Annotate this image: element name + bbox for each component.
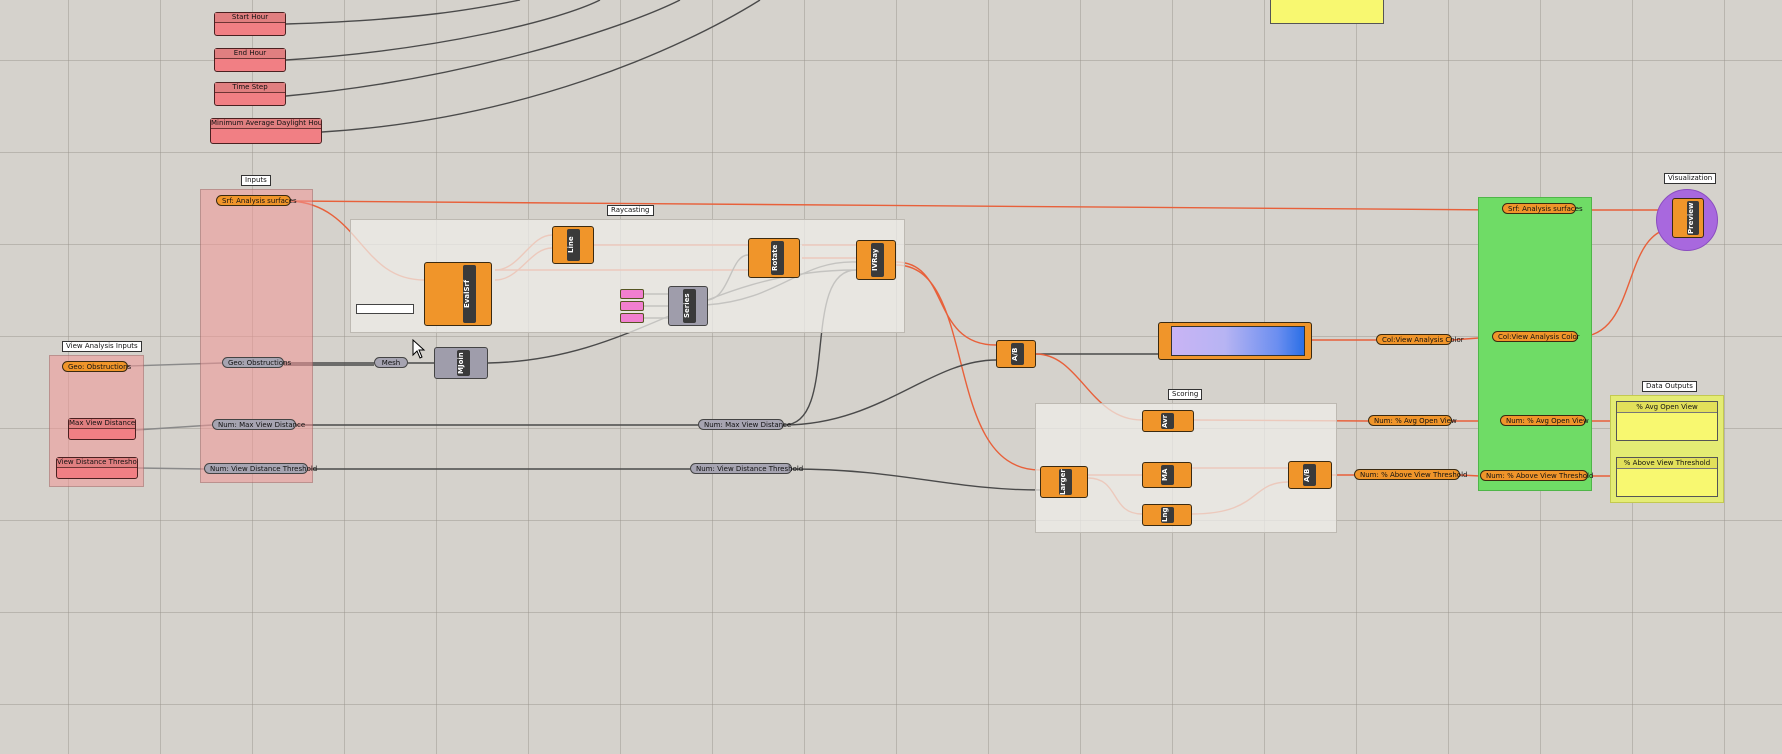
panel-header: % Above View Threshold: [1617, 458, 1717, 469]
wire-threshold-larger: [791, 468, 1041, 491]
rotate-component[interactable]: Rotate: [748, 238, 800, 278]
visualization-group-title: Visualization: [1664, 173, 1717, 184]
view-distance-threshold-slider[interactable]: View Distance Threshold: [56, 457, 138, 479]
evalsrf-component[interactable]: EvalSrf: [424, 262, 492, 326]
min-avg-daylight-slider[interactable]: Minimum Average Daylight Hours: [210, 118, 322, 144]
view-analysis-inputs-title: View Analysis Inputs: [62, 341, 142, 352]
num-view-distance-threshold-relay[interactable]: Num: View Distance Threshold: [690, 463, 803, 474]
mesh-param[interactable]: Mesh: [374, 357, 408, 368]
wire-srf-long: [290, 200, 1503, 211]
wire-threshold-in: [137, 467, 205, 470]
component-name: MJoin: [457, 350, 470, 376]
num-above-view-threshold-relay[interactable]: Num: % Above View Threshold: [1480, 470, 1593, 481]
avg-open-view-panel[interactable]: % Avg Open View: [1616, 401, 1718, 441]
inputs-group-title: Inputs: [241, 175, 271, 186]
component-name: Series: [683, 289, 696, 323]
series-component[interactable]: Series: [668, 286, 708, 326]
integer-input-1[interactable]: [620, 289, 644, 299]
wire-time-step: [285, 0, 681, 97]
integer-input-3[interactable]: [620, 313, 644, 323]
panel-header: % Avg Open View: [1617, 402, 1717, 413]
above-view-threshold-panel[interactable]: % Above View Threshold: [1616, 457, 1718, 497]
num-above-view-threshold-param[interactable]: Num: % Above View Threshold: [1354, 469, 1467, 480]
uv-input-field[interactable]: [356, 304, 414, 314]
larger-component[interactable]: Larger: [1040, 466, 1088, 498]
end-hour-slider[interactable]: End Hour: [214, 48, 286, 72]
geo-obstructions-param[interactable]: Geo: Obstructions: [222, 357, 291, 368]
slider-label: View Distance Threshold: [57, 458, 137, 468]
srf-analysis-surfaces-relay[interactable]: Srf: Analysis surfaces: [1502, 203, 1583, 214]
grasshopper-canvas[interactable]: Start Hour End Hour Time Step Minimum Av…: [0, 0, 1782, 754]
gradient-component[interactable]: [1158, 322, 1312, 360]
ab-component-1[interactable]: A/B: [996, 340, 1036, 368]
start-hour-slider[interactable]: Start Hour: [214, 12, 286, 36]
component-name: EvalSrf: [463, 265, 476, 323]
num-view-distance-threshold-param[interactable]: Num: View Distance Threshold: [204, 463, 317, 474]
ab-component-2[interactable]: A/B: [1288, 461, 1332, 489]
gradient-bar[interactable]: [1171, 326, 1305, 356]
top-panel[interactable]: [1270, 0, 1384, 24]
mjoin-component[interactable]: MJoin: [434, 347, 488, 379]
component-name: Rotate: [771, 241, 784, 275]
wire-min-daylight: [321, 0, 761, 133]
component-name: Larger: [1059, 469, 1072, 495]
time-step-slider[interactable]: Time Step: [214, 82, 286, 106]
wire-ivray-ab: [895, 261, 997, 346]
component-name: Line: [567, 229, 580, 261]
max-view-distance-slider[interactable]: Max View Distance: [68, 418, 136, 440]
mouse-cursor-icon: [412, 339, 426, 359]
wire-start-hour: [285, 0, 521, 25]
col-view-analysis-color-relay[interactable]: Col:View Analysis Color: [1492, 331, 1580, 342]
ivray-component[interactable]: IVRay: [856, 240, 896, 280]
outputs-green-group: [1478, 197, 1592, 491]
num-avg-open-view-relay[interactable]: Num: % Avg Open View: [1500, 415, 1589, 426]
preview-component[interactable]: Preview: [1672, 198, 1704, 238]
wire-col-preview: [1577, 227, 1677, 338]
avr-component[interactable]: Avr: [1142, 410, 1194, 432]
num-max-view-distance-relay[interactable]: Num: Max View Distance: [698, 419, 791, 430]
component-name: Preview: [1687, 201, 1699, 235]
srf-analysis-surfaces-param[interactable]: Srf: Analysis surfaces: [216, 195, 297, 206]
num-max-view-distance-param[interactable]: Num: Max View Distance: [212, 419, 305, 430]
slider-label: Start Hour: [215, 13, 285, 23]
num-avg-open-view-param[interactable]: Num: % Avg Open View: [1368, 415, 1457, 426]
slider-label: Max View Distance: [69, 419, 135, 429]
col-view-analysis-color-param[interactable]: Col:View Analysis Color: [1376, 334, 1464, 345]
slider-label: End Hour: [215, 49, 285, 59]
component-name: A/B: [1011, 343, 1024, 365]
component-name: MA: [1161, 465, 1174, 485]
component-name: Lng: [1161, 507, 1174, 523]
slider-label: Time Step: [215, 83, 285, 93]
component-name: IVRay: [871, 243, 884, 277]
wire-end-hour: [285, 0, 601, 61]
lng-component[interactable]: Lng: [1142, 504, 1192, 526]
scoring-group-title: Scoring: [1168, 389, 1203, 400]
wire-maxview-ab: [783, 359, 997, 426]
raycasting-group-title: Raycasting: [607, 205, 654, 216]
data-outputs-group-title: Data Outputs: [1642, 381, 1697, 392]
line-component[interactable]: Line: [552, 226, 594, 264]
geo-obstructions-input[interactable]: Geo: Obstructions: [62, 361, 131, 372]
integer-input-2[interactable]: [620, 301, 644, 311]
component-name: Avr: [1161, 413, 1174, 429]
component-name: A/B: [1303, 464, 1316, 486]
slider-label: Minimum Average Daylight Hours: [211, 119, 321, 129]
inputs-group: [200, 189, 313, 483]
ma-component[interactable]: MA: [1142, 462, 1192, 488]
